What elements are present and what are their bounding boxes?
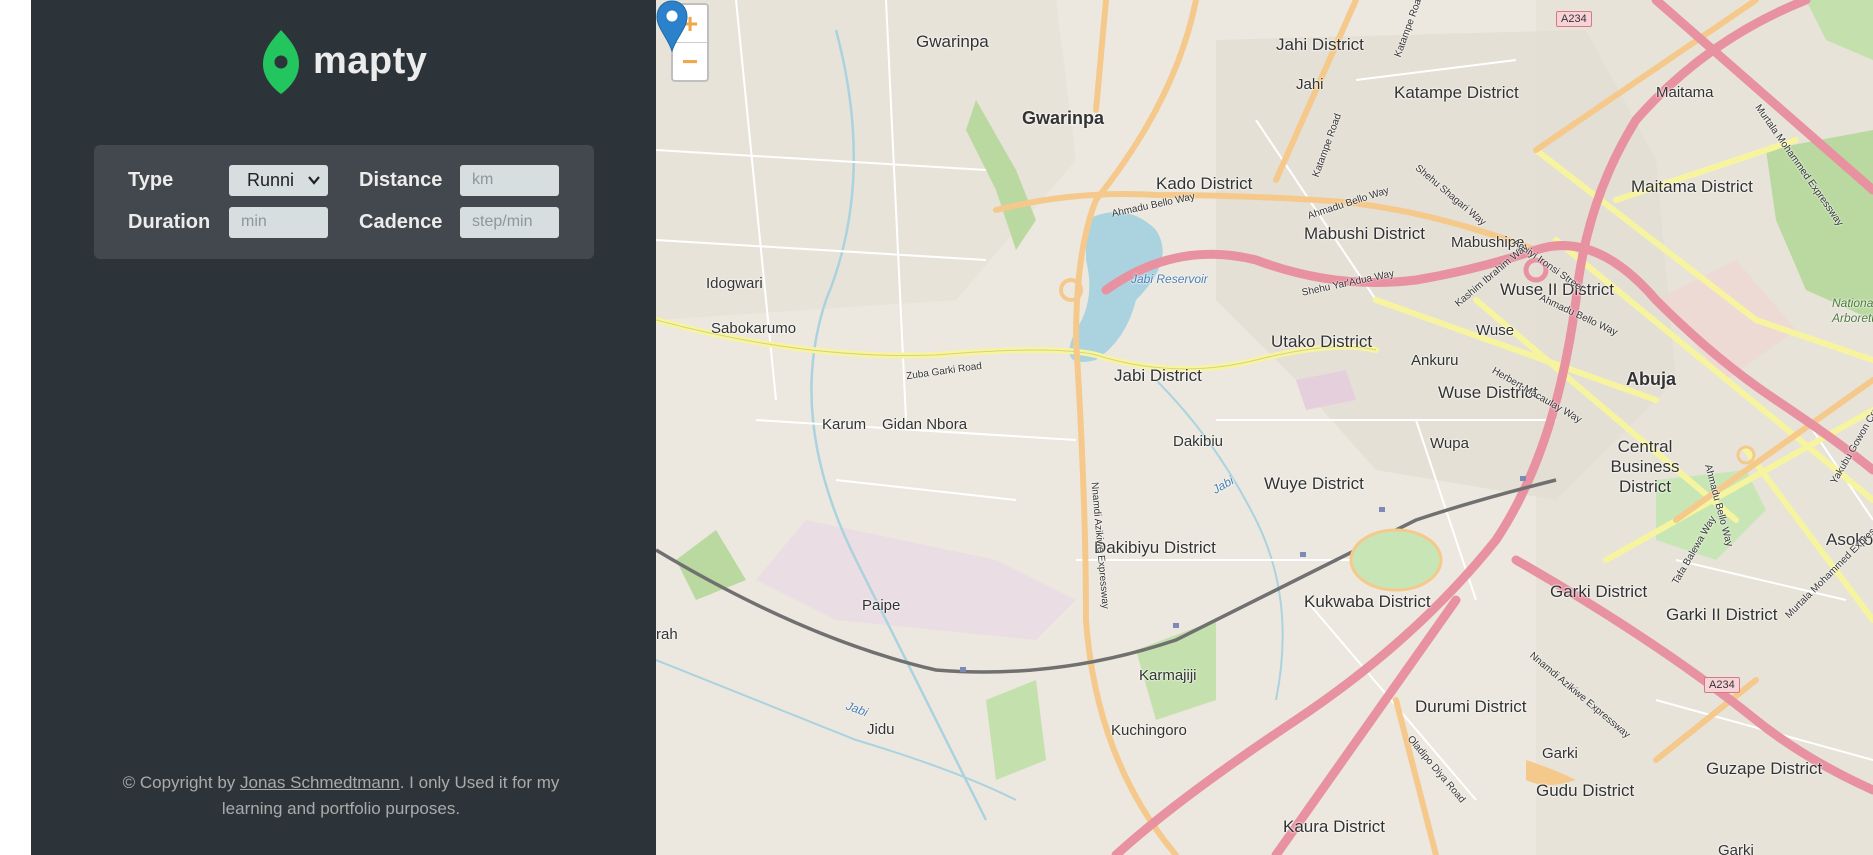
type-label: Type: [128, 168, 174, 191]
map-label-gwarinpa: Gwarinpa: [1022, 108, 1105, 128]
app: mapty Type Runni Distance km Duration mi…: [31, 0, 1873, 855]
map-label-kuchingoro: Kuchingoro: [1111, 722, 1187, 739]
app-name: mapty: [313, 39, 428, 82]
chevron-down-icon: [308, 176, 320, 185]
copyright-prefix: © Copyright by: [122, 773, 241, 792]
map-label-dakibiyu-district: Dakibiyu District: [1094, 538, 1216, 557]
duration-input[interactable]: min: [229, 206, 328, 238]
map-label-durumi-district: Durumi District: [1415, 697, 1527, 716]
map-label-gudu-district: Gudu District: [1536, 781, 1635, 800]
map-label-utako-district: Utako District: [1271, 332, 1373, 351]
map-label-guzape-district: Guzape District: [1706, 759, 1823, 778]
map-label-garki: Garki: [1542, 745, 1578, 762]
map-label-gidan-nbora: Gidan Nbora: [882, 416, 968, 433]
map-label-kukwaba-district: Kukwaba District: [1304, 592, 1431, 611]
type-select[interactable]: Runni: [229, 164, 328, 196]
map-label-abuja: Abuja: [1626, 369, 1677, 389]
map-label-idogwari: Idogwari: [706, 275, 763, 292]
sidebar: mapty Type Runni Distance km Duration mi…: [31, 0, 656, 855]
map-label-kaura-district: Kaura District: [1283, 817, 1386, 836]
map-label-karum: Karum: [822, 416, 867, 433]
map-label-jahi: Jahi: [1296, 76, 1324, 93]
distance-row: Distance km: [359, 164, 559, 196]
distance-input[interactable]: km: [460, 164, 559, 196]
map-label-wuse: Wuse: [1476, 322, 1515, 339]
map-label-paipe: Paipe: [862, 597, 901, 614]
duration-row: Duration min: [128, 206, 328, 238]
map-label-jabi-reservoir: Jabi Reservoir: [1131, 272, 1208, 286]
map-label-garki-bottom: Garki: [1718, 842, 1754, 855]
duration-label: Duration: [128, 210, 211, 233]
type-select-value: Runni: [247, 169, 295, 190]
map-pin-logo-icon: [263, 30, 299, 94]
map-label-mabushi-district: Mabushi District: [1304, 224, 1425, 243]
map-label-gwarinpa-north: Gwarinpa: [916, 32, 989, 51]
logo: mapty: [263, 28, 427, 94]
map-label-karmajiji: Karmajiji: [1139, 667, 1197, 684]
map-label-wuse-ii-district: Wuse II District: [1500, 280, 1614, 299]
map-label-kado-district: Kado District: [1156, 174, 1253, 193]
copyright-footer: © Copyright by Jonas Schmedtmann. I only…: [91, 770, 591, 822]
map-label-ankuru: Ankuru: [1411, 352, 1459, 369]
workout-form: Type Runni Distance km Duration min Cade…: [94, 145, 594, 259]
map-label-sabokarumo: Sabokarumo: [711, 320, 797, 337]
map-label-wuye-district: Wuye District: [1264, 474, 1364, 493]
map-label-dakibiu: Dakibiu: [1173, 433, 1224, 450]
map-label-garki-district: Garki District: [1550, 582, 1648, 601]
map-label-national-arboretum: Nationa Arboretu: [1832, 296, 1873, 325]
a234-shield-bottom: A234: [1704, 677, 1740, 693]
a234-shield-top: A234: [1556, 11, 1592, 27]
map-label-jidu: Jidu: [867, 721, 895, 738]
map-label-jabi-district: Jabi District: [1114, 366, 1202, 385]
map-label-rah: rah: [656, 626, 678, 643]
cadence-input[interactable]: step/min: [460, 206, 559, 238]
map-marker-icon[interactable]: [656, 0, 688, 52]
map[interactable]: + − A234 A234 Gwarinpa Gwarinpa Jahi Dis…: [656, 0, 1873, 855]
type-row: Type Runni: [128, 164, 328, 196]
map-label-garki-ii-district: Garki II District: [1666, 605, 1778, 624]
map-label-jahi-district: Jahi District: [1276, 35, 1364, 54]
map-label-maitama-district: Maitama District: [1631, 177, 1753, 196]
map-label-maitama: Maitama: [1656, 84, 1714, 101]
author-link[interactable]: Jonas Schmedtmann: [240, 773, 400, 792]
map-label-wupa: Wupa: [1430, 435, 1469, 452]
cadence-label: Cadence: [359, 210, 443, 233]
map-label-central-business-district: Central Business District: [1610, 437, 1680, 496]
map-label-katampe-district: Katampe District: [1394, 83, 1519, 102]
distance-label: Distance: [359, 168, 443, 191]
cadence-row: Cadence step/min: [359, 206, 559, 238]
